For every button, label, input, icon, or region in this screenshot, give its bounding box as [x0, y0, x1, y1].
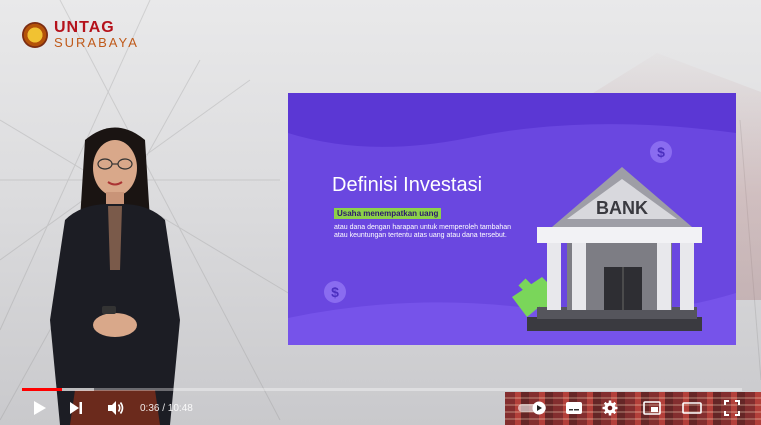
settings-button[interactable]	[598, 397, 622, 419]
play-button[interactable]	[28, 397, 52, 419]
theater-button[interactable]	[680, 397, 704, 419]
university-seal-icon	[22, 21, 48, 48]
fullscreen-icon	[724, 400, 740, 416]
time-display: 0:36 / 10:48	[140, 403, 193, 414]
channel-logo: UNTAG SURABAYA	[22, 20, 139, 49]
video-frame[interactable]: UNTAG SURABAYA $ $ Definisi Investasi Us…	[0, 0, 761, 425]
gear-icon	[602, 400, 618, 416]
bank-illustration: BANK	[512, 167, 702, 331]
volume-icon	[108, 401, 124, 415]
slide-title: Definisi Investasi	[332, 174, 483, 196]
slide-body-text: atau dana dengan harapan untuk memperole…	[334, 224, 512, 240]
miniplayer-button[interactable]	[640, 397, 664, 419]
autoplay-toggle-icon	[518, 401, 546, 415]
fullscreen-button[interactable]	[720, 397, 744, 419]
presentation-slide: $ $ Definisi Investasi Usaha menempatkan…	[288, 93, 736, 345]
next-icon	[70, 402, 82, 414]
progress-bar[interactable]	[22, 388, 742, 391]
captions-button[interactable]	[562, 397, 586, 419]
next-button[interactable]	[64, 397, 88, 419]
autoplay-toggle[interactable]	[516, 397, 550, 419]
logo-subtitle: SURABAYA	[54, 35, 139, 50]
miniplayer-icon	[643, 401, 661, 415]
play-icon	[34, 401, 46, 415]
volume-button[interactable]	[104, 397, 128, 419]
progress-played	[22, 388, 63, 391]
slide-highlight: Usaha menempatkan uang	[334, 208, 442, 219]
dollar-coin-icon: $	[324, 281, 346, 303]
logo-title: UNTAG	[54, 19, 115, 36]
bank-label: BANK	[596, 198, 648, 218]
theater-icon	[682, 402, 702, 414]
presenter	[50, 127, 180, 425]
player-controls: 0:36 / 10:48	[0, 392, 761, 425]
captions-icon	[566, 402, 582, 414]
